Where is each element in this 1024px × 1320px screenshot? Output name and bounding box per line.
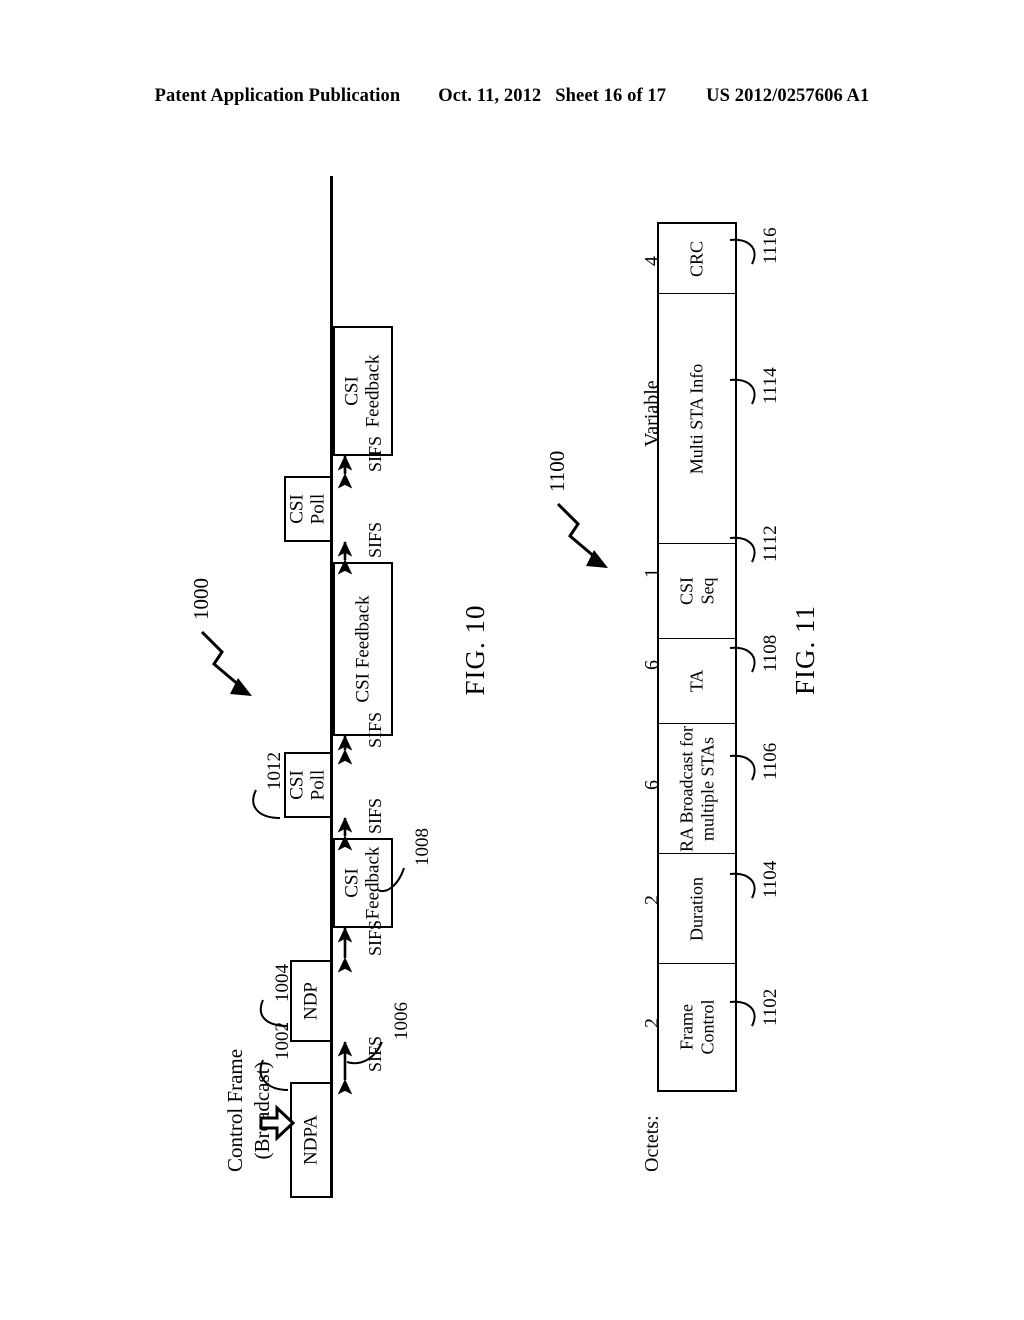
fig11-octets-ra: 6	[641, 780, 663, 790]
header-date: Oct. 11, 2012	[438, 86, 542, 106]
fig11-field-ra: RA Broadcast for multiple STAs	[659, 724, 735, 854]
fig11-field-ra-label: RA Broadcast for multiple STAs	[676, 725, 717, 852]
fig11-field-duration-label: Duration	[686, 876, 707, 941]
fig11-octets-ta: 6	[641, 660, 663, 670]
fig10-sifs-label-3: SIFS	[365, 797, 385, 834]
fig11-octets-multi-sta-info: Variable	[641, 380, 663, 447]
fig10-ref-1004: 1004	[272, 964, 293, 1002]
fig11-field-crc: CRC	[659, 224, 735, 294]
fig11-ref-1104: 1104	[760, 860, 781, 898]
fig10-packet-csi-feedback-2: CSI Feedback	[333, 562, 393, 736]
fig11-field-frame-control-label: Frame Control	[676, 999, 717, 1055]
fig10-control-frame-line1: Control Frame	[223, 1048, 247, 1172]
fig10-sifs-label-5: SIFS	[365, 521, 385, 558]
fig11-octets-csi-seq: 1	[641, 568, 663, 578]
fig10-packet-csi-feedback-3-label: CSI Feedback	[341, 354, 384, 428]
fig11-ref-1100: 1100	[545, 450, 569, 492]
fig10-packet-csi-feedback-1-label: CSI Feedback	[341, 846, 384, 920]
header-docnum: US 2012/0257606 A1	[706, 86, 870, 106]
fig11-ref-1108: 1108	[760, 634, 781, 672]
fig10-packet-csi-poll-2: CSI Poll	[284, 476, 332, 542]
fig10-sifs-label-6: SIFS	[365, 435, 385, 472]
fig10-packet-ndpa: NDPA	[290, 1082, 332, 1198]
fig10-caption: FIG. 10	[460, 604, 490, 696]
fig11-frame: CRC Multi STA Info CSI Seq TA RA Broadca…	[657, 222, 737, 1092]
fig11-field-multi-sta-info-label: Multi STA Info	[686, 363, 707, 474]
fig10-ref-1000: 1000	[189, 578, 213, 620]
fig11-ref-1112: 1112	[760, 525, 781, 562]
fig11-field-ta-label: TA	[686, 669, 707, 693]
fig11-octets-crc: 4	[641, 256, 663, 266]
fig11-ref-1116: 1116	[760, 227, 781, 264]
fig11-ref-1102: 1102	[760, 988, 781, 1026]
fig10-packet-csi-poll-1: CSI Poll	[284, 752, 332, 818]
fig11-caption: FIG. 11	[790, 605, 820, 696]
fig11-field-multi-sta-info: Multi STA Info	[659, 294, 735, 544]
fig11-field-csi-seq: CSI Seq	[659, 544, 735, 639]
fig10-packet-csi-poll-1-label: CSI Poll	[286, 769, 329, 801]
figure-vector-overlay	[200, 238, 756, 1142]
fig11-ref-1106: 1106	[760, 742, 781, 780]
patent-figure-page: Patent Application Publication Oct. 11, 2…	[0, 0, 1024, 1320]
fig10-control-frame-line2: (Broadcast)	[250, 1061, 275, 1160]
fig10-sifs-label-1: SIFS	[365, 1035, 385, 1072]
fig11-octets-caption: Octets:	[641, 1115, 663, 1172]
fig10-sifs-label-2: SIFS	[365, 919, 385, 956]
fig10-packet-csi-feedback-2-label: CSI Feedback	[352, 595, 374, 703]
fig11-field-duration: Duration	[659, 854, 735, 964]
fig10-packet-csi-feedback-1: CSI Feedback	[333, 838, 393, 928]
fig10-packet-ndp-label: NDP	[300, 981, 322, 1021]
fig11-ref-1114: 1114	[760, 367, 781, 404]
fig10-packet-ndp: NDP	[290, 960, 332, 1042]
page-header: Patent Application Publication Oct. 11, 2…	[0, 86, 1024, 107]
fig11-octets-frame-control: 2	[641, 1018, 663, 1028]
header-publication: Patent Application Publication	[154, 86, 401, 106]
fig11-octets-duration: 2	[641, 895, 663, 905]
fig10-packet-csi-poll-2-label: CSI Poll	[286, 493, 329, 525]
header-sheet: Sheet 16 of 17	[555, 86, 667, 106]
fig10-ref-1006: 1006	[391, 1002, 412, 1040]
fig10-sifs-label-4: SIFS	[365, 711, 385, 748]
fig11-field-crc-label: CRC	[686, 240, 707, 277]
fig11-field-csi-seq-label: CSI Seq	[676, 576, 717, 606]
fig11-field-ta: TA	[659, 639, 735, 724]
fig10-ref-1008: 1008	[412, 828, 433, 866]
fig10-control-frame-annotation: Control Frame (Broadcast)	[222, 1049, 277, 1172]
fig11-field-frame-control: Frame Control	[659, 964, 735, 1090]
fig10-ref-1012: 1012	[264, 752, 285, 790]
fig10-packet-ndpa-label: NDPA	[300, 1115, 322, 1165]
